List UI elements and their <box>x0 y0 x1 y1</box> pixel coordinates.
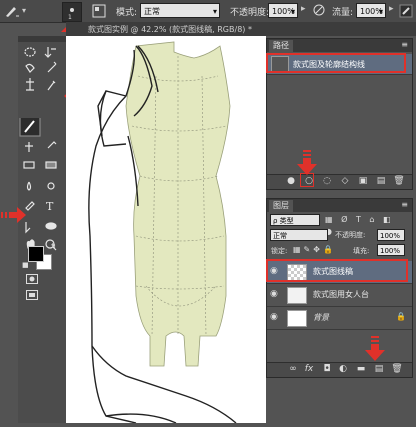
tab-layers[interactable]: 图层 <box>269 200 293 212</box>
layer-row[interactable]: ◉ 款式图用女人台 <box>267 284 412 307</box>
type-tool-icon: T <box>46 200 54 213</box>
crop-icon <box>26 78 34 91</box>
add-mask-icon[interactable]: ▣ <box>357 175 369 187</box>
lock-icons[interactable]: ▦✎✥🔒 <box>293 245 336 254</box>
document-tab-title[interactable]: 款式图实例 @ 42.2% (款式图线稿, RGB/8) * <box>88 24 252 35</box>
quick-mask-icon[interactable] <box>26 274 38 284</box>
link-layers-icon[interactable]: ∞ <box>287 363 299 375</box>
add-layer-mask-icon[interactable]: ◘ <box>321 363 333 375</box>
pen-icon <box>25 201 35 211</box>
quick-select-icon <box>47 61 57 73</box>
annotation-arrow-down-icon <box>365 336 385 361</box>
elliptical-marquee-icon <box>24 47 36 57</box>
screen-mode-icon[interactable] <box>26 290 38 300</box>
mode-dropdown[interactable]: 正常 <box>140 3 220 19</box>
annotation-highlight-stroke-path <box>300 173 314 187</box>
layer-row[interactable]: ◉ 背景 🔒 <box>267 307 412 330</box>
lasso-icon <box>25 63 35 73</box>
layers-menu-icon[interactable]: ≡ <box>401 200 408 209</box>
opacity-label: 不透明度: <box>230 8 270 18</box>
svg-text:1: 1 <box>68 14 72 21</box>
brush-tool-preset-icon[interactable] <box>2 2 20 20</box>
history-brush-icon <box>47 141 57 149</box>
tools-panel: T ■ ↰ <box>18 36 67 423</box>
make-work-path-icon[interactable]: ◇ <box>339 175 351 187</box>
layers-panel-footer: ∞ fx ◘ ◐ ▬ ▤ 🗑 <box>267 362 412 377</box>
move-tool-icon <box>44 47 56 58</box>
lock-label: 锁定: <box>271 247 288 255</box>
tab-paths[interactable]: 路径 <box>269 40 293 52</box>
opacity-input[interactable]: 100% <box>268 3 298 19</box>
annotation-arrow-right-icon <box>1 207 26 223</box>
chevron-down-icon[interactable]: ▾ <box>22 6 26 15</box>
layers-panel: 图层 ≡ ρ 类型 ▦ Ø T ⌂ ◧ ● 正常 不透明度: 100% 锁定: … <box>266 198 413 378</box>
blur-icon <box>26 181 32 191</box>
blend-mode-dropdown[interactable]: 正常 <box>270 229 328 241</box>
document-canvas[interactable] <box>66 36 266 424</box>
fill-input[interactable]: 100% <box>377 244 405 256</box>
paths-panel-footer: ● ○ ◌ ◇ ▣ ▤ 🗑 <box>267 174 412 189</box>
layer-name[interactable]: 款式图用女人台 <box>313 289 369 300</box>
brush-size-picker[interactable]: 1 <box>62 2 82 22</box>
delete-layer-icon[interactable]: 🗑 <box>391 363 403 375</box>
clone-stamp-icon <box>25 142 33 152</box>
flow-chevron-icon[interactable]: ▸ <box>389 4 394 14</box>
visibility-eye-icon[interactable]: ◉ <box>270 289 281 299</box>
lock-icon[interactable]: 🔒 <box>396 312 406 321</box>
flow-input[interactable]: 100% <box>356 3 386 19</box>
new-group-icon[interactable]: ▬ <box>355 363 367 375</box>
fill-path-icon[interactable]: ● <box>285 175 297 187</box>
delete-path-icon[interactable]: 🗑 <box>393 175 405 187</box>
brush-panel-toggle-icon[interactable] <box>92 4 106 18</box>
new-path-icon[interactable]: ▤ <box>375 175 387 187</box>
eraser-icon <box>23 161 35 169</box>
visibility-eye-icon[interactable]: ◉ <box>270 312 281 322</box>
pressure-opacity-icon[interactable] <box>312 3 326 17</box>
layers-panel-titlebar: 图层 ≡ <box>267 199 412 212</box>
load-selection-icon[interactable]: ◌ <box>321 175 333 187</box>
options-bar: ▾ 1 模式: 正常 不透明度: 100% ▸ 流量: 100% ▸ <box>0 0 416 23</box>
tool-icons-lower: T <box>19 118 57 251</box>
path-selection-icon <box>25 222 31 234</box>
opacity-chevron-icon[interactable]: ▸ <box>301 4 306 14</box>
paths-panel-titlebar: 路径 ≡ <box>267 39 412 52</box>
default-colors-icon[interactable]: ■ <box>22 261 29 269</box>
adjustment-layer-icon[interactable]: ◐ <box>337 363 349 375</box>
layer-filter-dropdown[interactable]: ρ 类型 <box>270 214 320 226</box>
foreground-color-front[interactable] <box>28 246 44 262</box>
layer-opacity-input[interactable]: 100% <box>377 229 405 241</box>
airbrush-icon[interactable] <box>398 3 414 19</box>
mode-label: 模式: <box>116 8 138 18</box>
flow-label: 流量: <box>332 8 354 18</box>
eyedropper-icon <box>47 80 56 91</box>
ellipse-shape-icon <box>45 222 57 230</box>
mannequin-illustration <box>88 41 237 424</box>
layer-opacity-label: 不透明度: <box>335 231 366 239</box>
layer-thumbnail <box>287 287 307 304</box>
annotation-highlight-path <box>266 53 406 73</box>
document-tab-bar: 款式图实例 @ 42.2% (款式图线稿, RGB/8) * <box>66 22 416 36</box>
tools-panel-grip[interactable] <box>18 36 66 42</box>
brush-size-icon: 1 <box>68 8 74 21</box>
annotation-highlight-layer <box>266 259 408 282</box>
layer-name[interactable]: 背景 <box>313 312 329 323</box>
new-layer-icon[interactable]: ▤ <box>373 363 385 375</box>
dodge-icon <box>47 182 55 190</box>
layer-thumbnail <box>287 310 307 327</box>
filter-icons[interactable]: ▦ Ø T ⌂ ◧ ● <box>325 214 409 236</box>
fill-label: 填充: <box>353 247 370 255</box>
layer-style-icon[interactable]: fx <box>303 363 315 375</box>
swap-colors-icon[interactable]: ↰ <box>50 242 57 251</box>
panel-menu-icon[interactable]: ≡ <box>401 40 408 49</box>
gradient-icon <box>45 161 57 169</box>
